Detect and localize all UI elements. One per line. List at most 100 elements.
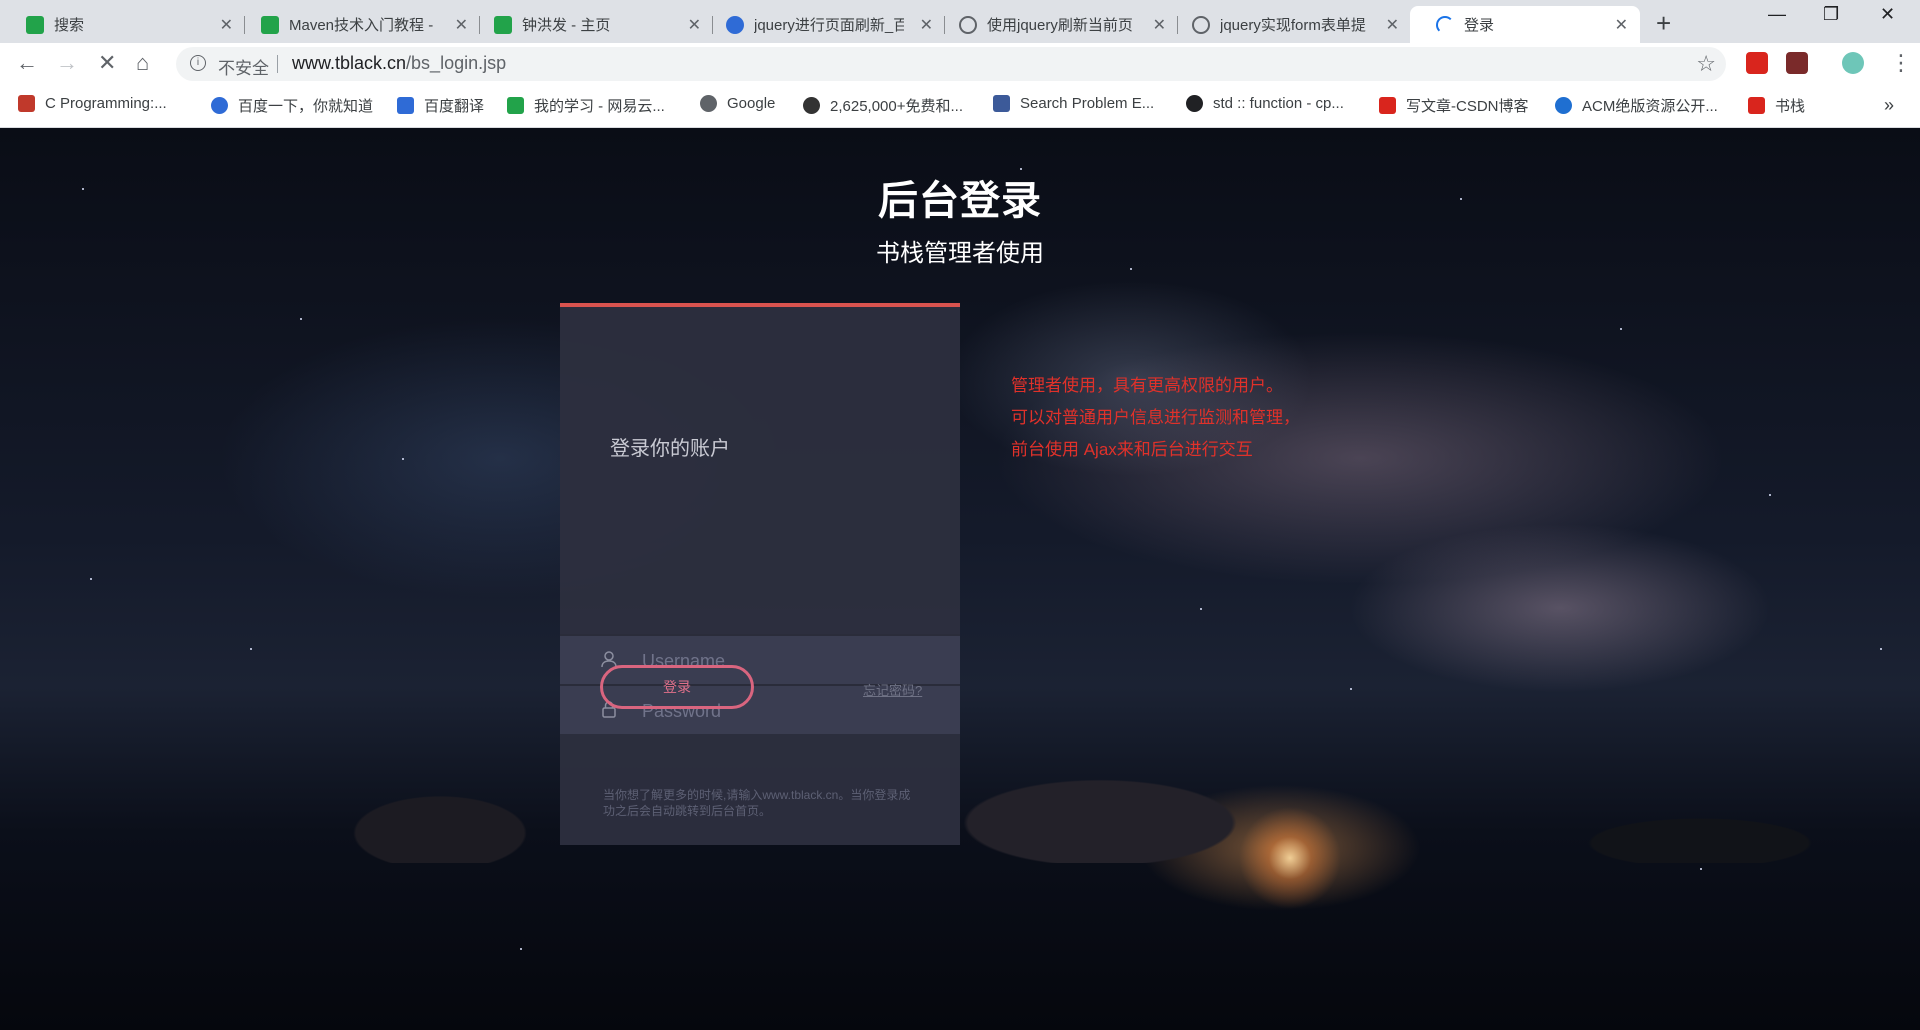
star	[520, 948, 522, 950]
profile-avatar-icon[interactable]	[1842, 52, 1864, 74]
tab-zhong-home[interactable]: 钟洪发 - 主页 ✕	[468, 6, 713, 43]
chrome-menu-icon[interactable]: ⋮	[1890, 51, 1912, 75]
bookmark-label: 书栈	[1775, 98, 1806, 115]
star	[1350, 688, 1352, 690]
star	[90, 578, 92, 580]
tab-label: 钟洪发 - 主页	[522, 17, 611, 34]
star	[1700, 868, 1702, 870]
tab-close-icon[interactable]: ✕	[1153, 15, 1166, 35]
bookmark-baidu-translate[interactable]: 百度翻译	[397, 95, 484, 116]
home-button[interactable]: ⌂	[136, 51, 149, 75]
loading-icon	[1192, 16, 1210, 34]
green-book-icon	[26, 16, 44, 34]
shuzhan-icon	[1748, 97, 1765, 114]
url-text[interactable]: www.tblack.cn/bs_login.jsp	[292, 53, 506, 74]
bookmark-label: 2,625,000+免费和...	[830, 98, 963, 115]
forgot-password-link[interactable]: 忘记密码?	[863, 680, 922, 699]
tab-label: 登录	[1464, 17, 1495, 34]
horizon-sun-glow	[1230, 798, 1350, 918]
bookmark-c-programming[interactable]: C Programming:...	[18, 95, 167, 112]
tab-close-icon[interactable]: ✕	[455, 15, 468, 35]
tab-label: jquery实现form表单提	[1220, 17, 1366, 34]
login-button[interactable]: 登录	[600, 665, 754, 709]
browser-toolbar: ← → ✕ ⌂ i 不安全 www.tblack.cn/bs_login.jsp…	[0, 43, 1920, 84]
bookmark-netease-study[interactable]: 我的学习 - 网易云...	[507, 95, 665, 116]
bookmark-baidu[interactable]: 百度一下，你就知道	[211, 95, 373, 116]
window-close-button[interactable]: ✕	[1880, 4, 1895, 25]
bookmark-free-resources[interactable]: 2,625,000+免费和...	[803, 95, 963, 116]
baidu-translate-icon	[397, 97, 414, 114]
bookmark-label: 百度一下，你就知道	[238, 98, 374, 115]
stack-icon	[803, 97, 820, 114]
back-button[interactable]: ←	[16, 51, 38, 75]
green-book-icon	[494, 16, 512, 34]
minimize-button[interactable]: —	[1768, 4, 1786, 25]
bookmark-label: 百度翻译	[424, 98, 485, 115]
admin-description-line: 前台使用 Ajax来和后台进行交互	[1011, 440, 1253, 459]
login-card: 登录你的账户 登录 忘记密码? 当你想了解更多的时候,请输入www.tblack…	[560, 303, 960, 845]
bookmark-shuzhan[interactable]: 书栈	[1748, 95, 1805, 116]
admin-description-line: 管理者使用，具有更高权限的用户。	[1011, 376, 1283, 395]
star	[300, 318, 302, 320]
bookmark-csdn[interactable]: 写文章-CSDN博客	[1379, 95, 1529, 116]
tab-search[interactable]: 搜索 ✕	[0, 6, 245, 43]
star	[1200, 608, 1202, 610]
tab-login[interactable]: 登录 ✕	[1410, 6, 1640, 43]
tab-close-icon[interactable]: ✕	[1386, 15, 1399, 35]
star	[1769, 494, 1771, 496]
baidu-paw-icon	[726, 16, 744, 34]
tab-close-icon[interactable]: ✕	[688, 15, 701, 35]
star	[1130, 268, 1132, 270]
bookmark-google[interactable]: Google	[700, 95, 775, 112]
new-tab-button[interactable]: +	[1656, 8, 1671, 39]
bookmarks-bar: C Programming:... 百度一下，你就知道 百度翻译 我的学习 - …	[0, 84, 1920, 128]
address-bar[interactable]: i 不安全 www.tblack.cn/bs_login.jsp ☆	[176, 47, 1726, 81]
tab-close-icon[interactable]: ✕	[220, 15, 233, 35]
star	[250, 648, 252, 650]
tab-label: 搜索	[54, 17, 85, 34]
poj-icon	[993, 95, 1010, 112]
login-page: 后台登录 书栈管理者使用 登录你的账户 登录 忘记密码? 当你想了解更多的时候,…	[0, 128, 1920, 1030]
tab-jquery-form[interactable]: jquery实现form表单提 ✕	[1166, 6, 1411, 43]
green-book-icon	[507, 97, 524, 114]
bookmark-label: Google	[727, 95, 776, 112]
star	[402, 458, 404, 460]
bookmark-acm[interactable]: ACM绝版资源公开...	[1555, 95, 1718, 116]
page-subtitle: 书栈管理者使用	[876, 240, 1044, 267]
stop-loading-button[interactable]: ✕	[98, 51, 116, 75]
tab-close-icon[interactable]: ✕	[920, 15, 933, 35]
car-extension-icon[interactable]	[1786, 52, 1808, 74]
login-help-note: 当你想了解更多的时候,请输入www.tblack.cn。当你登录成功之后会自动跳…	[603, 788, 911, 818]
tab-label: jquery进行页面刷新_百	[754, 17, 904, 34]
globe-icon	[700, 95, 717, 112]
green-book-icon	[261, 16, 279, 34]
forward-button[interactable]: →	[56, 51, 78, 75]
admin-description-line: 可以对普通用户信息进行监测和管理，	[1011, 408, 1300, 427]
bookmarks-overflow-button[interactable]: »	[1884, 95, 1894, 116]
loading-spinner-icon	[1436, 16, 1454, 34]
bookmark-label: 写文章-CSDN博客	[1406, 98, 1529, 115]
loading-icon	[959, 16, 977, 34]
star	[1880, 648, 1882, 650]
page-title: 后台登录	[878, 179, 1042, 223]
tab-maven[interactable]: Maven技术入门教程 - ✕	[235, 6, 480, 43]
restore-button[interactable]: ❐	[1823, 4, 1839, 25]
bookmark-cppreference[interactable]: std :: function - cp...	[1186, 95, 1344, 112]
c-programming-icon	[18, 95, 35, 112]
tab-jquery-refresh-baidu[interactable]: jquery进行页面刷新_百 ✕	[700, 6, 945, 43]
csdn-icon	[1379, 97, 1396, 114]
site-info-icon[interactable]: i	[190, 55, 206, 71]
bookmark-poj[interactable]: Search Problem E...	[993, 95, 1154, 112]
tab-jquery-refresh-page[interactable]: 使用jquery刷新当前页 ✕	[933, 6, 1178, 43]
mountain-silhouette	[0, 733, 1920, 863]
tab-close-icon[interactable]: ✕	[1615, 15, 1628, 35]
url-host: www.tblack.cn	[292, 53, 407, 73]
bookmark-label: Search Problem E...	[1020, 95, 1155, 112]
bookmark-star-icon[interactable]: ☆	[1696, 51, 1716, 77]
bookmark-label: 我的学习 - 网易云...	[534, 98, 665, 115]
url-path: /bs_login.jsp	[406, 53, 507, 73]
login-heading: 登录你的账户	[610, 438, 730, 460]
not-secure-label[interactable]: 不安全	[218, 54, 269, 79]
pocket-extension-icon[interactable]	[1746, 52, 1768, 74]
omnibox-divider	[277, 55, 278, 73]
